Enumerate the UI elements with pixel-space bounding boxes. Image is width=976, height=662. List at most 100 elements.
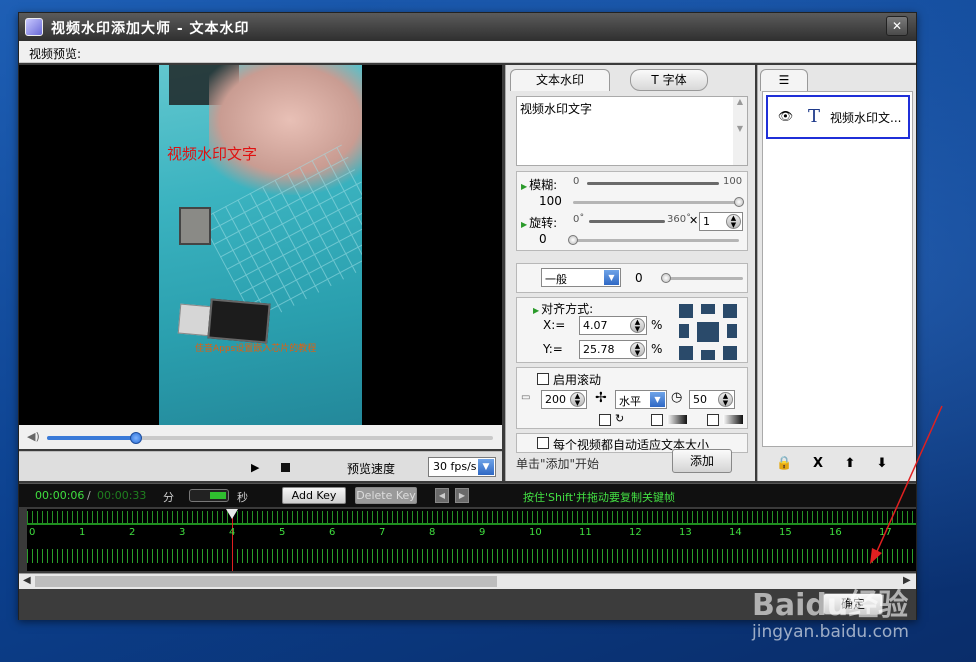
prev-key-icon[interactable]: ◀ [435, 488, 449, 503]
align-top-center-icon[interactable] [701, 304, 715, 314]
expand-arrow-icon: ▶ [521, 182, 528, 191]
timeline-second-label: 9 [479, 527, 486, 538]
scroll-direction-value: 水平 [619, 395, 641, 408]
scroll-speed-stepper[interactable]: 50 ▲ ▼ [689, 390, 735, 409]
align-middle-right-icon[interactable] [727, 324, 737, 338]
scroll-thumb[interactable] [35, 576, 497, 587]
timeline-second-label: 14 [729, 527, 742, 538]
rotate-label: 旋转: [529, 216, 558, 230]
blur-range-bar [587, 182, 719, 185]
align-top-right-icon[interactable] [723, 304, 737, 318]
chevron-down-icon[interactable]: ▼ [650, 392, 665, 407]
stepper-arrows-icon[interactable]: ▲ ▼ [630, 342, 645, 357]
tab-font[interactable]: T 字体 [630, 69, 708, 91]
blur-max: 100 [723, 176, 743, 187]
time-unit-toggle[interactable] [189, 489, 229, 502]
add-button[interactable]: 添加 [672, 449, 732, 473]
blur-slider[interactable] [573, 197, 744, 207]
delete-key-button[interactable]: Delete Key [355, 487, 417, 504]
x-position-stepper[interactable]: 4.07 ▲ ▼ [579, 316, 647, 335]
blend-mode-value: 一般 [545, 273, 567, 286]
timeline-second-label: 10 [529, 527, 542, 538]
align-top-left-icon[interactable] [679, 304, 693, 318]
x-unit: % [651, 318, 663, 332]
ruler-icon: ▭ [521, 392, 531, 403]
blend-value: 0 [635, 271, 643, 285]
properties-panel: 文本水印 T 字体 视频水印文字 ▲ ▼ ▶ 模糊: 0 100 100 ▶ 旋转: … [505, 65, 755, 481]
fade-out-checkbox[interactable] [707, 414, 719, 426]
seek-track[interactable] [47, 432, 493, 444]
align-bottom-right-icon[interactable] [723, 346, 737, 360]
add-hint: 单击"添加"开始 [516, 457, 600, 471]
next-key-icon[interactable]: ▶ [455, 488, 469, 503]
tab-text-watermark[interactable]: 文本水印 [510, 69, 610, 91]
rotate-slider-handle[interactable] [568, 235, 578, 245]
tab-layers[interactable]: ☰ [760, 69, 808, 91]
align-center-icon[interactable] [697, 322, 719, 342]
rotate-slider[interactable] [568, 235, 739, 245]
blend-mode-select[interactable]: 一般 ▼ [541, 268, 621, 287]
watermark-text-input[interactable]: 视频水印文字 ▲ ▼ [516, 96, 748, 166]
layers-list: 👁 T 视频水印文... [762, 91, 913, 447]
window-title: 视频水印添加大师 - 文本水印 [51, 21, 250, 37]
fps-select[interactable]: 30 fps/s ▼ [428, 457, 496, 477]
watermark-text-overlay[interactable]: 视频水印文字 [167, 143, 257, 164]
volume-icon[interactable]: ◀) [27, 431, 40, 443]
expand-arrow-icon: ▶ [533, 306, 540, 315]
timeline-second-label: 11 [579, 527, 592, 538]
loop-checkbox[interactable] [599, 414, 611, 426]
video-preview: 视频水印文字 佳音Apps设置嵌入芯片的教程 [19, 65, 502, 425]
blend-slider[interactable] [661, 273, 743, 283]
ruler-ticks-top [27, 511, 916, 523]
add-key-button[interactable]: Add Key [282, 487, 346, 504]
fps-value: 30 fps/s [433, 460, 477, 473]
move-arrows-icon: ✢ [595, 390, 607, 406]
stepper-arrows-icon[interactable]: ▲ ▼ [726, 214, 741, 229]
timeline-ruler[interactable]: 01234567891011121314151617 [27, 509, 916, 571]
seek-handle[interactable] [130, 432, 143, 444]
delete-icon[interactable]: X [810, 456, 826, 472]
blend-slider-handle[interactable] [661, 273, 671, 283]
playhead-handle[interactable] [226, 509, 238, 519]
enable-scroll-checkbox[interactable] [537, 373, 549, 385]
rotate-min: 0˚ [573, 214, 585, 225]
rotate-multiplier-stepper[interactable]: 1 ▲ ▼ [699, 212, 743, 231]
fade-in-checkbox[interactable] [651, 414, 663, 426]
textarea-scrollbar[interactable]: ▲ ▼ [733, 97, 747, 165]
annotation-arrow [870, 405, 943, 564]
align-bottom-center-icon[interactable] [701, 350, 715, 360]
watermark-text-value: 视频水印文字 [520, 102, 593, 116]
eye-icon[interactable]: 👁 [778, 109, 793, 123]
clock-icon: ◷ [671, 390, 683, 405]
timeline-second-label: 3 [179, 527, 186, 538]
chevron-down-icon[interactable]: ▼ [604, 270, 619, 285]
align-bottom-left-icon[interactable] [679, 346, 693, 360]
y-unit: % [651, 342, 663, 356]
multiplier-icon: ✕ [689, 214, 699, 227]
title-bar: 视频水印添加大师 - 文本水印 ✕ [19, 13, 916, 41]
y-position-stepper[interactable]: 25.78 ▲ ▼ [579, 340, 647, 359]
scroll-width-stepper[interactable]: 200 ▲ ▼ [541, 390, 587, 409]
stop-icon[interactable] [281, 463, 290, 472]
align-middle-left-icon[interactable] [679, 324, 689, 338]
auto-fit-checkbox[interactable] [537, 437, 549, 449]
play-icon[interactable]: ▶ [251, 461, 259, 474]
chevron-down-icon[interactable]: ▼ [478, 459, 494, 475]
blur-slider-handle[interactable] [734, 197, 744, 207]
scroll-left-icon[interactable]: ◀ [23, 575, 31, 586]
timeline-second-label: 6 [329, 527, 336, 538]
close-button[interactable]: ✕ [886, 16, 908, 36]
scroll-direction-select[interactable]: 水平 ▼ [615, 390, 667, 409]
move-up-icon[interactable]: ⬆ [842, 456, 858, 472]
seek-fill [47, 436, 137, 440]
stepper-arrows-icon[interactable]: ▲ ▼ [630, 318, 645, 333]
stepper-arrows-icon[interactable]: ▲ ▼ [570, 392, 585, 407]
lock-icon[interactable]: 🔒 [776, 456, 792, 472]
text-layer-icon: T [808, 106, 821, 127]
timeline-second-label: 12 [629, 527, 642, 538]
app-window: 视频水印添加大师 - 文本水印 ✕ 视频预览: 视频水印文字 佳音Apps设置嵌… [18, 12, 917, 620]
layer-item[interactable]: 👁 T 视频水印文... [766, 95, 910, 139]
stepper-arrows-icon[interactable]: ▲ ▼ [718, 392, 733, 407]
baidu-logo: Baidu经验 [752, 588, 909, 623]
rotate-range-bar [589, 220, 665, 223]
